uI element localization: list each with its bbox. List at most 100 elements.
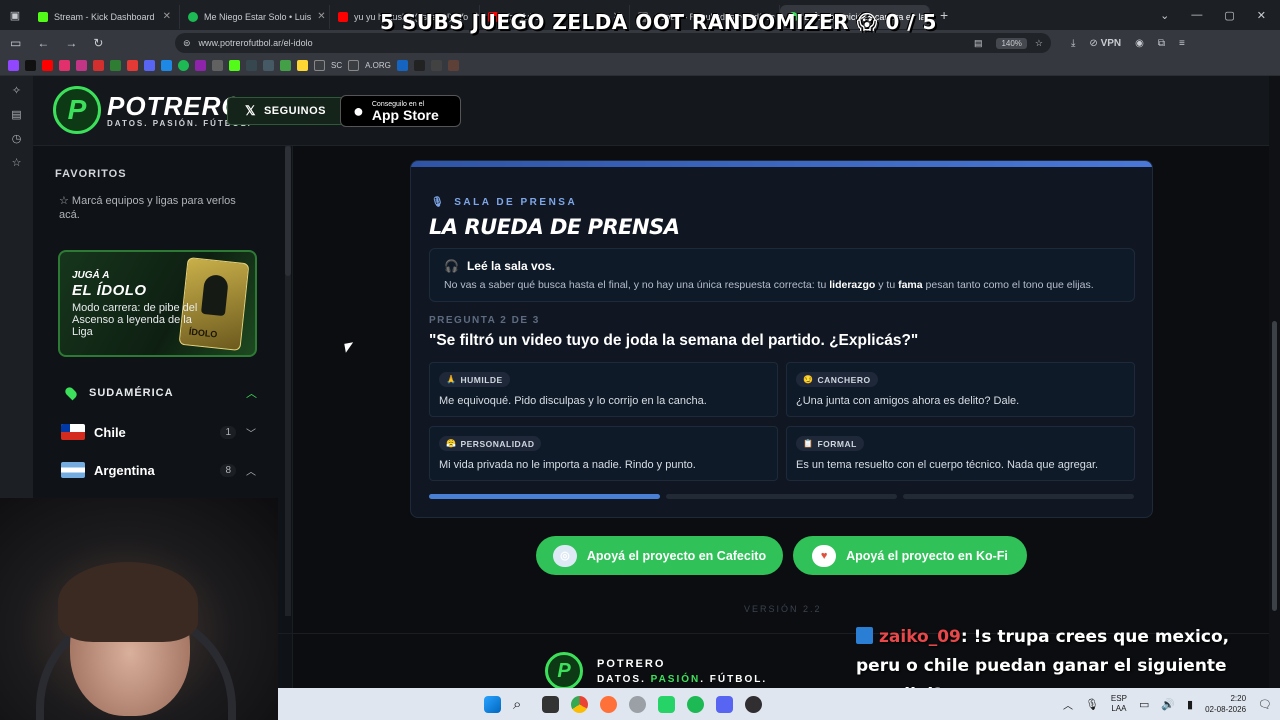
favorites-icon[interactable]: ☆ xyxy=(12,156,22,169)
smirk-icon: 😏 xyxy=(803,375,814,384)
chrome-icon[interactable] xyxy=(571,695,588,713)
account-icon[interactable]: ◉ xyxy=(1135,38,1144,49)
bookmark-sc[interactable]: SC xyxy=(331,61,342,70)
wallet-icon[interactable]: ▤ xyxy=(11,108,21,121)
bookmark-dark-icon[interactable] xyxy=(413,60,425,71)
volume-icon[interactable]: 🔊 xyxy=(1161,698,1175,711)
country-chile[interactable]: Chile 1 ﹀ xyxy=(61,424,257,440)
discord-icon[interactable] xyxy=(716,695,733,713)
obs-icon[interactable] xyxy=(745,695,762,713)
sidebar-scrollbar[interactable] xyxy=(285,146,291,616)
settings-gear-icon[interactable] xyxy=(629,695,646,713)
search-icon[interactable]: ⌕ xyxy=(513,696,530,713)
appstore-big-label: App Store xyxy=(371,106,439,123)
windows-start-icon[interactable] xyxy=(484,695,501,713)
tab-kick-dashboard[interactable]: Stream - Kick Dashboard ✕ xyxy=(30,4,180,29)
bookmark-aorg[interactable]: A.ORG xyxy=(365,61,391,70)
firefox-icon[interactable] xyxy=(600,695,617,713)
bookmark-green3-icon[interactable] xyxy=(280,60,291,71)
argentina-flag-icon xyxy=(61,462,85,478)
battery-icon[interactable]: ▮ xyxy=(1187,698,1193,711)
tab-list-icon[interactable]: ⌄ xyxy=(1160,9,1169,22)
zoom-level[interactable]: 140% xyxy=(996,37,1027,49)
tab-spotify[interactable]: Me Niego Estar Solo • Luis ✕ xyxy=(180,4,330,29)
tab-menu-icon[interactable]: ▣ xyxy=(0,9,30,22)
bookmark-folder2-icon[interactable] xyxy=(348,60,360,71)
download-icon[interactable]: ⤓ xyxy=(1071,38,1075,49)
microphone-icon[interactable]: 🎙 xyxy=(1085,698,1099,711)
answer-option-humilde[interactable]: 🙏 HUMILDE Me equivoqué. Pido disculpas y … xyxy=(429,362,778,417)
language-indicator[interactable]: ESP LAA xyxy=(1111,694,1127,714)
country-argentina[interactable]: Argentina 8 ︿ xyxy=(61,462,257,478)
network-icon[interactable]: ▭ xyxy=(1139,698,1149,711)
answer-option-personalidad[interactable]: 😤 PERSONALIDAD Mi vida privada no le impo… xyxy=(429,426,778,481)
reader-icon[interactable]: ▤ xyxy=(974,38,983,49)
bookmark-red2-icon[interactable] xyxy=(127,60,138,71)
bookmark-youtube-icon[interactable] xyxy=(42,60,53,71)
bookmark-green-icon[interactable] xyxy=(110,60,121,71)
bookmark-last-icon[interactable] xyxy=(447,60,459,71)
bookmark-gray-icon[interactable] xyxy=(212,60,223,71)
country-name: Argentina xyxy=(94,462,155,478)
notifications-icon[interactable]: 🗨 xyxy=(1258,698,1272,711)
answer-option-formal[interactable]: 📋 FORMAL Es un tema resuelto con el cuerp… xyxy=(786,426,1135,481)
history-icon[interactable]: ◷ xyxy=(12,132,22,145)
url-field[interactable]: ⊜ www.potrerofutbol.ar/el-idolo ▤ 140% ☆ xyxy=(175,33,1051,53)
bookmark-kick-icon[interactable] xyxy=(229,60,240,71)
cafecito-button[interactable]: ◎ Apoyá el proyecto en Cafecito xyxy=(536,536,783,575)
close-window-icon[interactable]: ✕ xyxy=(1257,9,1266,22)
app-store-button[interactable]: ● Conseguilo en el App Store xyxy=(340,95,461,127)
bookmark-multi-icon[interactable] xyxy=(396,60,408,71)
forward-icon[interactable]: → xyxy=(65,36,77,50)
minimize-icon[interactable]: — xyxy=(1191,9,1202,22)
close-icon[interactable]: ✕ xyxy=(163,11,171,22)
site-logo[interactable]: P POTRERO DATOS. PASIÓN. FÚTBOL. xyxy=(53,86,252,134)
task-view-icon[interactable] xyxy=(542,695,559,713)
bookmark-pink-icon[interactable] xyxy=(59,60,70,71)
extensions-icon[interactable]: ⧉ xyxy=(1158,38,1165,49)
chevron-up-icon[interactable]: ︿ xyxy=(245,463,257,478)
bookmark-twitch-icon[interactable] xyxy=(8,60,19,71)
bookmark-blue-icon[interactable] xyxy=(161,60,172,71)
chevron-up-icon[interactable]: ︿ xyxy=(246,385,257,401)
back-icon[interactable]: ← xyxy=(37,36,49,50)
menu-icon[interactable]: ≡ xyxy=(1179,38,1185,49)
site-info-icon[interactable]: ⊜ xyxy=(183,38,191,49)
bookmark-spotify-icon[interactable] xyxy=(178,60,189,71)
reload-icon[interactable]: ↻ xyxy=(93,36,103,50)
chevron-down-icon[interactable]: ﹀ xyxy=(245,425,257,440)
favorites-title: FAVORITOS xyxy=(55,168,127,180)
bookmark-folder-icon[interactable] xyxy=(314,60,325,71)
vpn-button[interactable]: ⊘ VPN xyxy=(1089,38,1121,49)
option-tag: 😏 CANCHERO xyxy=(796,372,878,387)
sidebar-scroll-thumb[interactable] xyxy=(285,146,291,276)
bookmark-red-icon[interactable] xyxy=(93,60,104,71)
clock[interactable]: 2:20 02-08-2026 xyxy=(1205,693,1246,715)
close-icon[interactable]: ✕ xyxy=(317,11,325,22)
chevron-up-icon[interactable]: ︿ xyxy=(1063,697,1073,712)
answer-option-canchero[interactable]: 😏 CANCHERO ¿Una junta con amigos ahora es… xyxy=(786,362,1135,417)
bookmark-gear-icon[interactable] xyxy=(430,60,442,71)
bookmark-discord-icon[interactable] xyxy=(144,60,155,71)
spotify-icon[interactable] xyxy=(687,695,704,713)
new-tab-button[interactable]: + xyxy=(940,7,948,23)
bookmark-instagram-icon[interactable] xyxy=(76,60,87,71)
bookmark-diamond-icon[interactable] xyxy=(246,60,257,71)
region-sudamerica[interactable]: SUDAMÉRICA ︿ xyxy=(63,384,257,402)
bookmark-diamond2-icon[interactable] xyxy=(263,60,274,71)
kofi-button[interactable]: ♥ Apoyá el proyecto en Ko-Fi xyxy=(793,536,1027,575)
sidebar-toggle-icon[interactable]: ▭ xyxy=(10,36,21,50)
maximize-icon[interactable]: ▢ xyxy=(1224,9,1234,22)
follow-x-button[interactable]: 𝕏 SEGUINOS xyxy=(227,97,344,125)
bookmark-yellow-icon[interactable] xyxy=(297,60,308,71)
el-idolo-promo[interactable]: ÍDOLO JUGÁ A EL ÍDOLO Modo carrera: de p… xyxy=(58,250,257,357)
whatsapp-icon[interactable] xyxy=(658,695,675,713)
bookmark-star-icon[interactable]: ☆ xyxy=(1035,38,1043,49)
bookmark-tiktok-icon[interactable] xyxy=(25,60,36,71)
aria-icon[interactable]: ✧ xyxy=(12,84,21,97)
page-scrollbar[interactable] xyxy=(1269,76,1280,688)
page-scroll-thumb[interactable] xyxy=(1272,321,1277,611)
microphone-icon: 🎙 xyxy=(431,197,447,208)
version-label: VERSIÓN 2.2 xyxy=(744,604,822,614)
bookmark-purple-icon[interactable] xyxy=(195,60,206,71)
